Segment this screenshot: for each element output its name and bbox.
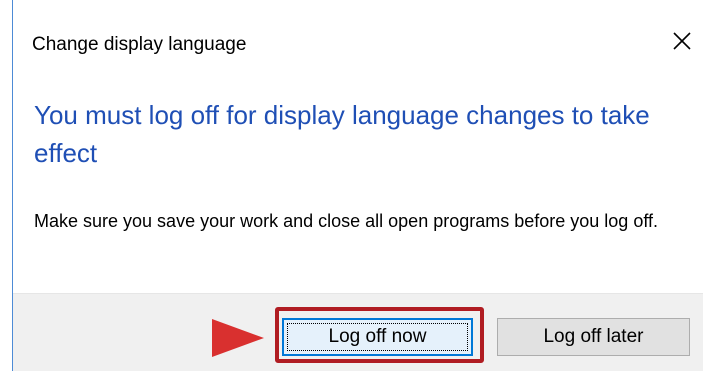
- close-icon: [673, 32, 691, 50]
- pointer-arrow-icon: [212, 319, 264, 357]
- close-button[interactable]: [661, 20, 703, 62]
- log-off-now-button[interactable]: Log off now: [282, 318, 473, 356]
- log-off-later-button[interactable]: Log off later: [497, 318, 690, 356]
- change-display-language-dialog: Change display language You must log off…: [0, 0, 703, 371]
- window-title: Change display language: [32, 34, 247, 55]
- main-instruction-heading: You must log off for display language ch…: [34, 100, 650, 168]
- log-off-later-label: Log off later: [543, 326, 644, 347]
- button-bar: Log off now Log off later: [13, 293, 703, 371]
- log-off-now-label: Log off now: [328, 326, 427, 347]
- title-bar: Change display language: [13, 0, 703, 86]
- dialog-message: Make sure you save your work and close a…: [34, 211, 659, 231]
